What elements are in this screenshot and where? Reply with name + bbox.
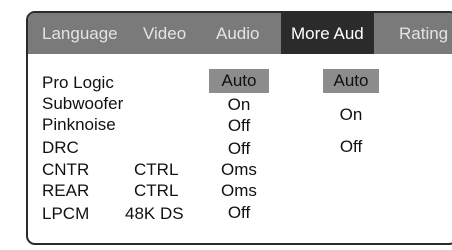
setting-value-pro-logic[interactable]: Auto xyxy=(209,69,269,93)
tab-audio[interactable]: Audio xyxy=(216,13,259,54)
setting-value-subwoofer[interactable]: On xyxy=(209,95,269,114)
option-on[interactable]: On xyxy=(323,103,379,127)
setting-sub-cntr: CTRL xyxy=(134,160,179,179)
setting-label-pro-logic: Pro Logic xyxy=(42,73,114,92)
setting-label-drc: DRC xyxy=(42,138,79,157)
setting-value-cntr[interactable]: Oms xyxy=(209,160,269,179)
setting-label-subwoofer: Subwoofer xyxy=(42,94,124,113)
tab-more-audio[interactable]: More Aud xyxy=(281,13,374,54)
tab-video[interactable]: Video xyxy=(143,13,186,54)
setting-value-pinknoise[interactable]: Off xyxy=(209,116,269,135)
setting-label-cntr: CNTR xyxy=(42,160,90,179)
option-off[interactable]: Off xyxy=(323,135,379,159)
tab-language[interactable]: Language xyxy=(42,13,118,54)
tab-rating[interactable]: Rating xyxy=(399,13,448,54)
setting-value-rear[interactable]: Oms xyxy=(209,181,269,200)
option-auto[interactable]: Auto xyxy=(323,69,379,93)
setting-label-pinknoise: Pinknoise xyxy=(42,115,116,134)
setting-sub-lpcm: 48K DS xyxy=(125,204,184,223)
setting-sub-rear: CTRL xyxy=(134,181,179,200)
setting-label-lpcm: LPCM xyxy=(42,204,90,223)
setting-value-drc[interactable]: Off xyxy=(209,139,269,158)
tab-bar: Language Video Audio More Aud Rating xyxy=(28,13,452,54)
setting-label-rear: REAR xyxy=(42,181,90,200)
osd-setup-panel: Language Video Audio More Aud Rating Pro… xyxy=(26,11,452,245)
setting-value-lpcm[interactable]: Off xyxy=(209,203,269,222)
